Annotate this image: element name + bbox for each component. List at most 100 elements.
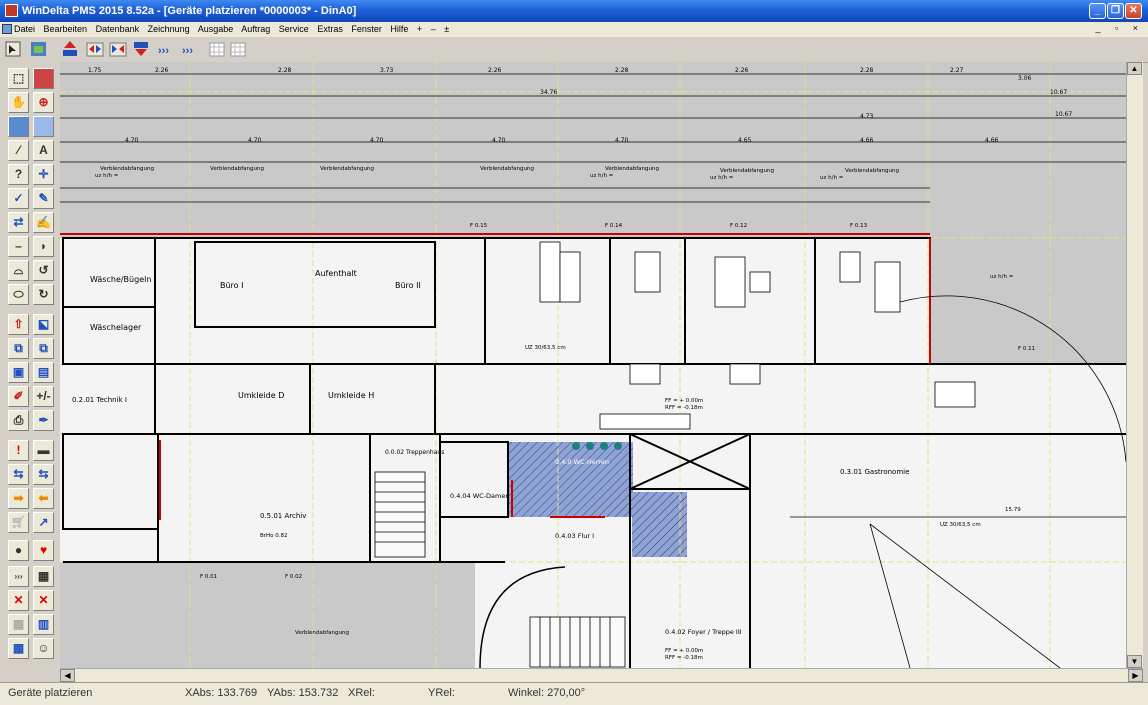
dim-annotation: uz h/h = [95, 173, 119, 179]
dim-label: 4.70 [615, 137, 629, 144]
scroll-left-icon[interactable]: ◀ [60, 669, 75, 682]
upload-icon[interactable] [63, 41, 77, 56]
symbol-icon[interactable]: ⬕ [33, 314, 54, 335]
edit-pen-icon[interactable]: ✎ [33, 188, 54, 209]
scroll-down-icon[interactable]: ▼ [1127, 655, 1142, 668]
catalog-icon[interactable] [33, 116, 54, 137]
layer-tool-icon[interactable] [33, 68, 54, 89]
room-label: Büro II [395, 281, 421, 290]
vertical-scrollbar[interactable]: ▲ ▼ [1126, 62, 1143, 668]
dim-annotation: F 0.11 [1018, 346, 1035, 352]
bomb-icon[interactable]: ● [8, 540, 29, 561]
writing-icon[interactable]: ✒ [33, 410, 54, 431]
table-icon[interactable]: ▦ [8, 614, 29, 635]
cart-icon[interactable]: 🛒︎ [8, 512, 29, 533]
import-icon[interactable]: ⇧ [8, 314, 29, 335]
close-button[interactable]: ✕ [1125, 3, 1142, 19]
dim-label: 2.28 [860, 67, 874, 74]
scroll-right-icon[interactable]: ▶ [1128, 669, 1143, 682]
maximize-button[interactable]: ❐ [1107, 3, 1124, 19]
arc-icon[interactable]: ⌓ [8, 260, 29, 281]
line-tool-icon[interactable]: ⁄ [8, 140, 29, 161]
edit-move-icon[interactable]: ⇄ [8, 212, 29, 233]
menu-plus[interactable]: + [417, 24, 422, 34]
bar-icon[interactable]: ▬ [33, 440, 54, 461]
delete2-icon[interactable]: ✕ [33, 590, 54, 611]
print-icon[interactable]: ⎙ [8, 410, 29, 431]
grid-icon[interactable] [209, 42, 225, 57]
warning-icon[interactable]: ! [8, 440, 29, 461]
help-icon[interactable]: ? [8, 164, 29, 185]
paste-icon[interactable]: ⧉ [33, 338, 54, 359]
smiley-icon[interactable]: ☺ [33, 638, 54, 659]
menu-service[interactable]: Service [279, 24, 309, 34]
device-icon[interactable]: ▣ [8, 362, 29, 383]
room-label: Wäsche/Bügeln [90, 275, 151, 284]
display-icon[interactable]: ▤ [33, 362, 54, 383]
curve-icon[interactable]: ↺ [33, 260, 54, 281]
select-tool-icon[interactable]: ⬚ [8, 68, 29, 89]
dim-label: 4.70 [248, 137, 262, 144]
document-icon[interactable] [2, 24, 12, 34]
mdi-controls[interactable]: _ ▫ × [1096, 23, 1144, 33]
dim-annotation: F 0.02 [285, 574, 302, 580]
menu-plusminus[interactable]: ± [444, 24, 449, 34]
menu-fenster[interactable]: Fenster [351, 24, 382, 34]
calendar-icon[interactable]: ▦ [8, 638, 29, 659]
zoom-icon[interactable]: ⊕ [33, 92, 54, 113]
layers-icon[interactable] [31, 42, 46, 56]
pan-hand-icon[interactable]: ✋ [8, 92, 29, 113]
swap-icon[interactable]: ⇆ [8, 464, 29, 485]
menu-bearbeiten[interactable]: Bearbeiten [44, 24, 88, 34]
table-edit-icon[interactable]: ▥ [33, 614, 54, 635]
chart-icon[interactable]: ↗ [33, 512, 54, 533]
arrow-left-icon[interactable]: ⬅ [33, 488, 54, 509]
scroll-up-icon[interactable]: ▲ [1127, 62, 1142, 75]
edit-write-icon[interactable]: ✍ [33, 212, 54, 233]
copy-icon[interactable]: ⧉ [8, 338, 29, 359]
download-icon[interactable] [134, 42, 148, 56]
window-titlebar[interactable]: WinDelta PMS 2015 8.52a - [Geräte platzi… [0, 0, 1148, 22]
horizontal-scrollbar[interactable]: ◀ ▶ [60, 668, 1143, 682]
menu-zeichnung[interactable]: Zeichnung [148, 24, 190, 34]
dim-annotation: BrHo 0.82 [260, 533, 288, 539]
text-tool-icon[interactable]: A [33, 140, 54, 161]
forward-icon[interactable]: ››› [158, 45, 169, 57]
menu-extras[interactable]: Extras [317, 24, 343, 34]
menu-hilfe[interactable]: Hilfe [390, 24, 408, 34]
dim-label: 4.66 [985, 137, 999, 144]
arrows-rl-icon[interactable] [109, 42, 127, 57]
arrow-right-icon[interactable]: ➡ [8, 488, 29, 509]
drawing-canvas[interactable]: 1.75 2.26 2.28 3.73 2.26 2.28 2.26 2.28 … [60, 62, 1126, 668]
plus-minus-icon[interactable]: +/- [33, 386, 54, 407]
triple-arrow-icon[interactable]: ››› [8, 566, 29, 587]
edit-check-icon[interactable]: ✓ [8, 188, 29, 209]
menu-ausgabe[interactable]: Ausgabe [198, 24, 234, 34]
shape-d-icon[interactable]: ◗ [33, 236, 54, 257]
table-grid-icon[interactable]: ▦ [33, 566, 54, 587]
dim-annotation: UZ 30/63,5 cm [940, 522, 981, 528]
forward2-icon[interactable]: ››› [182, 45, 193, 57]
menu-minus[interactable]: – [431, 24, 436, 34]
dim-annotation: uz h/h = [590, 173, 614, 179]
dimension-icon[interactable]: ✛ [33, 164, 54, 185]
view-tool-icon[interactable] [8, 116, 29, 137]
minus-tool-icon[interactable]: – [8, 236, 29, 257]
ellipse-icon[interactable]: ⬭ [8, 284, 29, 305]
menu-datenbank[interactable]: Datenbank [96, 24, 140, 34]
verblend-label: Verblendabfangung [210, 166, 264, 172]
arrows-lr-icon[interactable] [86, 42, 104, 57]
menu-auftrag[interactable]: Auftrag [241, 24, 270, 34]
status-xrel: XRel: [348, 687, 375, 699]
window-title: WinDelta PMS 2015 8.52a - [Geräte platzi… [22, 5, 357, 17]
menu-datei[interactable]: Datei [14, 24, 35, 34]
select-icon[interactable] [5, 41, 21, 57]
grid2-icon[interactable] [230, 42, 246, 57]
swap2-icon[interactable]: ⇆ [33, 464, 54, 485]
delete-icon[interactable]: ✕ [8, 590, 29, 611]
brush-icon[interactable]: ✐ [8, 386, 29, 407]
heart-icon[interactable]: ♥ [33, 540, 54, 561]
minimize-button[interactable]: _ [1089, 3, 1106, 19]
rotate-icon[interactable]: ↻ [33, 284, 54, 305]
dim-annotation: FF = + 0.00m [665, 648, 703, 654]
